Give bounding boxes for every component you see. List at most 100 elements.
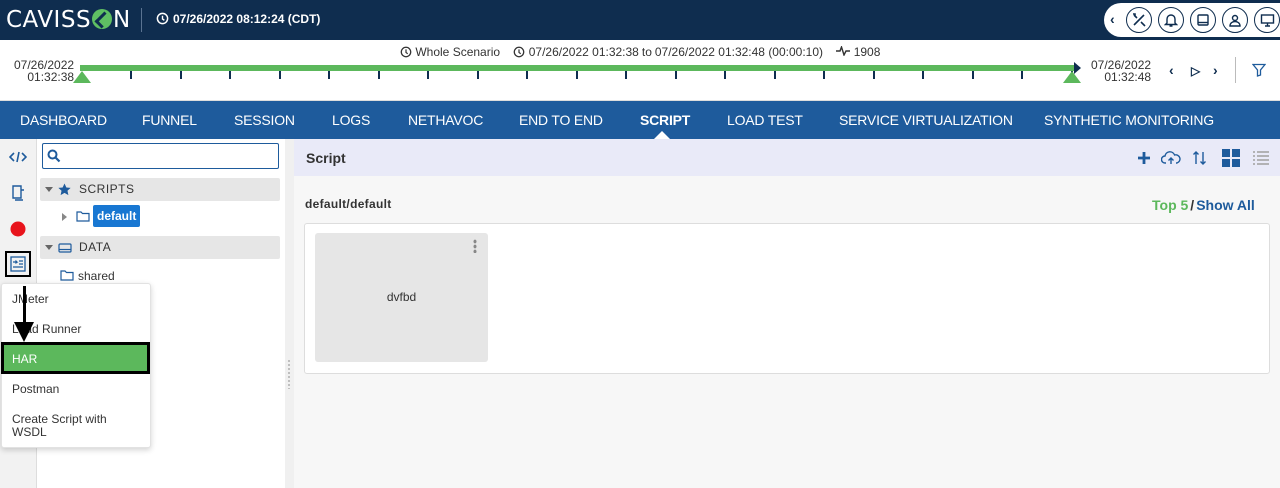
- top5-link[interactable]: Top 5: [1152, 197, 1188, 213]
- timeline-tick: [674, 71, 677, 79]
- timeline-tick: [773, 71, 776, 79]
- data-label: DATA: [79, 240, 112, 254]
- pulse-icon: [836, 44, 851, 57]
- timeline-divider: [1235, 57, 1236, 83]
- annotation-arrow-shaft: [23, 286, 26, 324]
- timeline-tick: [377, 71, 380, 79]
- folder-icon: [60, 270, 74, 281]
- active-tab-caret: [654, 131, 670, 139]
- script-card[interactable]: dvfbd: [315, 233, 488, 362]
- expand-caret-icon: [45, 187, 53, 192]
- timeline-tick: [278, 71, 281, 79]
- collapse-chevron-icon[interactable]: ‹: [1110, 11, 1115, 27]
- timeline-tick: [476, 71, 479, 79]
- main-nav: DASHBOARD FUNNEL SESSION LOGS NETHAVOC E…: [0, 101, 1280, 139]
- prev-arrow-icon[interactable]: ‹: [1169, 62, 1174, 78]
- panel-splitter[interactable]: [285, 139, 294, 488]
- range-to: to: [641, 45, 652, 59]
- range-end: 07/26/2022 01:32:48 (00:00:10): [654, 45, 824, 59]
- record-icon[interactable]: [8, 219, 28, 239]
- timeline-tick: [179, 71, 182, 79]
- nav-session[interactable]: SESSION: [234, 101, 295, 139]
- import-script-icon[interactable]: [5, 251, 31, 277]
- timeline-end-marker-icon: [1074, 62, 1081, 74]
- logo-o-check-icon: [92, 9, 113, 29]
- menu-item-create-script-wsdl[interactable]: Create Script with WSDL: [12, 413, 122, 439]
- timeline-tick: [575, 71, 578, 79]
- user-icon[interactable]: [1222, 7, 1248, 33]
- bell-icon[interactable]: [1158, 7, 1184, 33]
- menu-item-har[interactable]: HAR: [1, 342, 150, 374]
- timeline-tick: [922, 71, 924, 79]
- add-icon[interactable]: [1135, 149, 1153, 167]
- list-view-icon[interactable]: [1252, 149, 1270, 167]
- monitor-icon[interactable]: [1254, 7, 1280, 33]
- tools-icon[interactable]: [1126, 7, 1152, 33]
- splitter-grip-icon[interactable]: [287, 359, 291, 389]
- header-datetime: 07/26/2022 08:12:24 (CDT): [156, 12, 320, 26]
- collapsed-caret-icon: [62, 213, 67, 221]
- timeline-tick: [1021, 71, 1023, 79]
- clock-icon: [514, 46, 525, 58]
- timeline-tick: [526, 71, 528, 79]
- grid-view-icon[interactable]: [1221, 148, 1241, 168]
- nav-funnel[interactable]: FUNNEL: [142, 101, 197, 139]
- cavisson-logo: CAVISS N: [6, 7, 131, 33]
- nav-nethavoc[interactable]: NETHAVOC: [408, 101, 483, 139]
- app-root: CAVISS N 07/26/2022 08:12:24 (CDT) ‹ Who…: [0, 0, 1280, 488]
- top5-controls: Top 5/Show All: [1152, 197, 1255, 213]
- selected-node-default[interactable]: default: [93, 205, 141, 227]
- menu-item-postman[interactable]: Postman: [12, 383, 59, 396]
- script-card-name: dvfbd: [386, 290, 417, 304]
- script-card-area: dvfbd: [304, 223, 1270, 374]
- code-icon[interactable]: [8, 147, 28, 167]
- page-title: Script: [306, 150, 346, 166]
- tablet-icon[interactable]: [1190, 7, 1216, 33]
- timeline-bar: Whole Scenario 07/26/2022 01:32:38 to 07/2…: [0, 40, 1280, 101]
- timeline-start-handle[interactable]: [73, 71, 91, 83]
- nav-load-test[interactable]: LOAD TEST: [727, 101, 803, 139]
- nav-dashboard[interactable]: DASHBOARD: [20, 101, 107, 139]
- top-header: CAVISS N 07/26/2022 08:12:24 (CDT) ‹: [0, 0, 1280, 40]
- timeline-tick: [427, 71, 429, 79]
- script-file-icon[interactable]: [8, 183, 28, 203]
- filter-icon[interactable]: [1252, 63, 1266, 77]
- tree-section-data[interactable]: DATA: [40, 236, 280, 259]
- next-arrow-icon[interactable]: ›: [1213, 62, 1218, 78]
- sort-icon[interactable]: [1191, 149, 1209, 167]
- play-icon[interactable]: ▷: [1191, 64, 1200, 78]
- scripts-label: SCRIPTS: [79, 182, 135, 196]
- timeline-tick: [229, 71, 231, 79]
- timeline-left-date: 07/26/2022 01:32:38: [14, 58, 75, 84]
- timeline-tick: [724, 71, 726, 79]
- timeline-tick: [971, 71, 974, 79]
- event-count: 1908: [853, 45, 881, 59]
- nav-service-virtualization[interactable]: SERVICE VIRTUALIZATION: [839, 101, 1013, 139]
- search-icon: [47, 149, 61, 163]
- menu-item-jmeter[interactable]: JMeter: [12, 293, 49, 306]
- show-all-link[interactable]: Show All: [1196, 197, 1255, 213]
- timeline-tick: [130, 71, 132, 79]
- tree-search-input[interactable]: [42, 143, 279, 169]
- expand-caret-icon: [45, 245, 53, 250]
- more-vertical-icon[interactable]: [473, 239, 477, 253]
- timeline-tick: [823, 71, 825, 79]
- tree-node-default[interactable]: [62, 207, 90, 227]
- script-main-panel: Script default/default Top 5/Show All dv…: [294, 139, 1280, 488]
- nav-end-to-end[interactable]: END TO END: [519, 101, 603, 139]
- main-header: Script: [294, 139, 1280, 176]
- scenario-label[interactable]: Whole Scenario: [415, 45, 500, 59]
- nav-logs[interactable]: LOGS: [332, 101, 370, 139]
- hard-drive-icon: [58, 243, 72, 253]
- annotation-arrow-down-icon: [14, 322, 34, 342]
- timeline-right-date: 07/26/2022 01:32:48: [1091, 58, 1152, 84]
- timeline-tick: [872, 71, 875, 79]
- timeline-tick: [625, 71, 627, 79]
- nav-synthetic-monitoring[interactable]: SYNTHETIC MONITORING: [1044, 101, 1214, 139]
- range-start: 07/26/2022 01:32:38: [528, 45, 639, 59]
- star-icon: [58, 183, 71, 196]
- tree-section-scripts[interactable]: SCRIPTS: [40, 178, 280, 201]
- header-toolbar: ‹: [1104, 3, 1280, 37]
- cloud-upload-icon[interactable]: [1160, 149, 1182, 167]
- clock-icon: [156, 12, 169, 25]
